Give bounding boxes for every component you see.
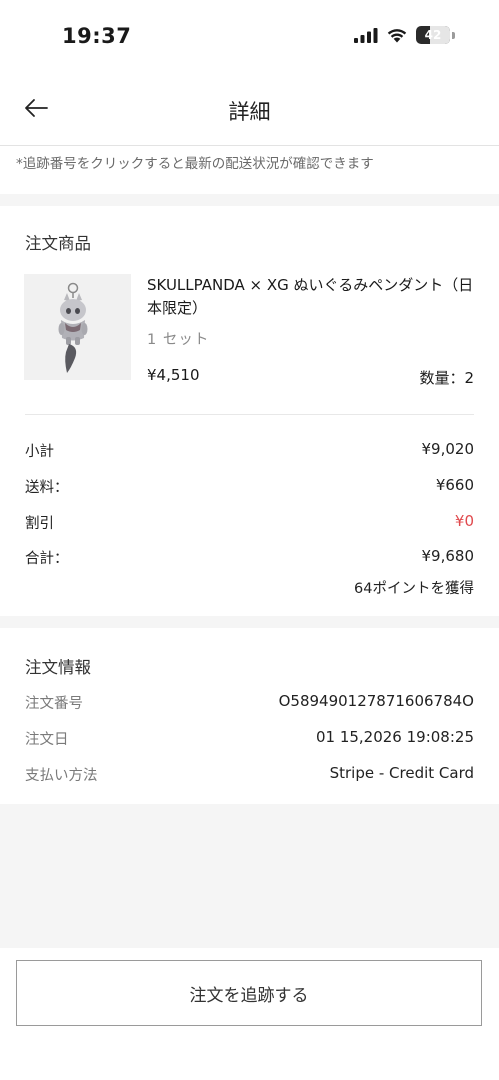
battery-level: 42 bbox=[424, 28, 442, 42]
total-value: ¥9,680 bbox=[421, 547, 475, 565]
page-title: 詳細 bbox=[228, 100, 271, 124]
divider bbox=[25, 414, 474, 415]
status-time: 19:37 bbox=[62, 24, 132, 48]
status-bar: 19:37 42 bbox=[0, 0, 499, 72]
nav-bar: 詳細 bbox=[0, 72, 499, 146]
order-date-value: 01 15,2026 19:08:25 bbox=[315, 728, 474, 746]
shipping-label: 送料： bbox=[25, 480, 69, 496]
total-label: 合計： bbox=[25, 551, 69, 567]
section-gap bbox=[0, 194, 499, 206]
product-price: ¥4,510 bbox=[147, 366, 200, 384]
product-variant: 1 セット bbox=[147, 332, 210, 348]
order-items-title: 注文商品 bbox=[25, 234, 91, 253]
points-earned: 64ポイントを獲得 bbox=[354, 581, 474, 597]
tracking-hint: *追跡番号をクリックすると最新の配送状況が確認できます bbox=[16, 156, 374, 172]
product-quantity: 数量：2 bbox=[419, 369, 474, 387]
product-plush-pendant-image bbox=[58, 282, 88, 373]
track-order-button[interactable]: 注文を追跡する bbox=[16, 960, 482, 1026]
payment-method-label: 支払い方法 bbox=[25, 768, 98, 784]
order-info-title: 注文情報 bbox=[25, 658, 91, 677]
order-number-value: O589490127871606784O bbox=[278, 692, 474, 710]
empty-area bbox=[0, 804, 499, 948]
discount-value: ¥0 bbox=[454, 512, 474, 530]
order-number-label: 注文番号 bbox=[25, 696, 83, 712]
discount-label: 割引 bbox=[25, 516, 54, 532]
subtotal-value: ¥9,020 bbox=[421, 440, 475, 458]
battery-nub bbox=[452, 31, 455, 39]
section-gap bbox=[0, 616, 499, 628]
cellular-signal-icon bbox=[354, 28, 378, 43]
order-date-label: 注文日 bbox=[25, 732, 69, 748]
subtotal-label: 小計 bbox=[25, 444, 54, 460]
product-name[interactable]: SKULLPANDA × XG ぬいぐるみペンダント（日本限定） bbox=[147, 274, 477, 320]
wifi-icon bbox=[387, 29, 407, 43]
status-icons: 42 bbox=[354, 26, 455, 44]
shipping-value: ¥660 bbox=[435, 476, 474, 494]
battery-icon: 42 bbox=[416, 26, 450, 44]
product-image[interactable] bbox=[24, 274, 131, 380]
payment-method-value: Stripe - Credit Card bbox=[329, 764, 474, 782]
